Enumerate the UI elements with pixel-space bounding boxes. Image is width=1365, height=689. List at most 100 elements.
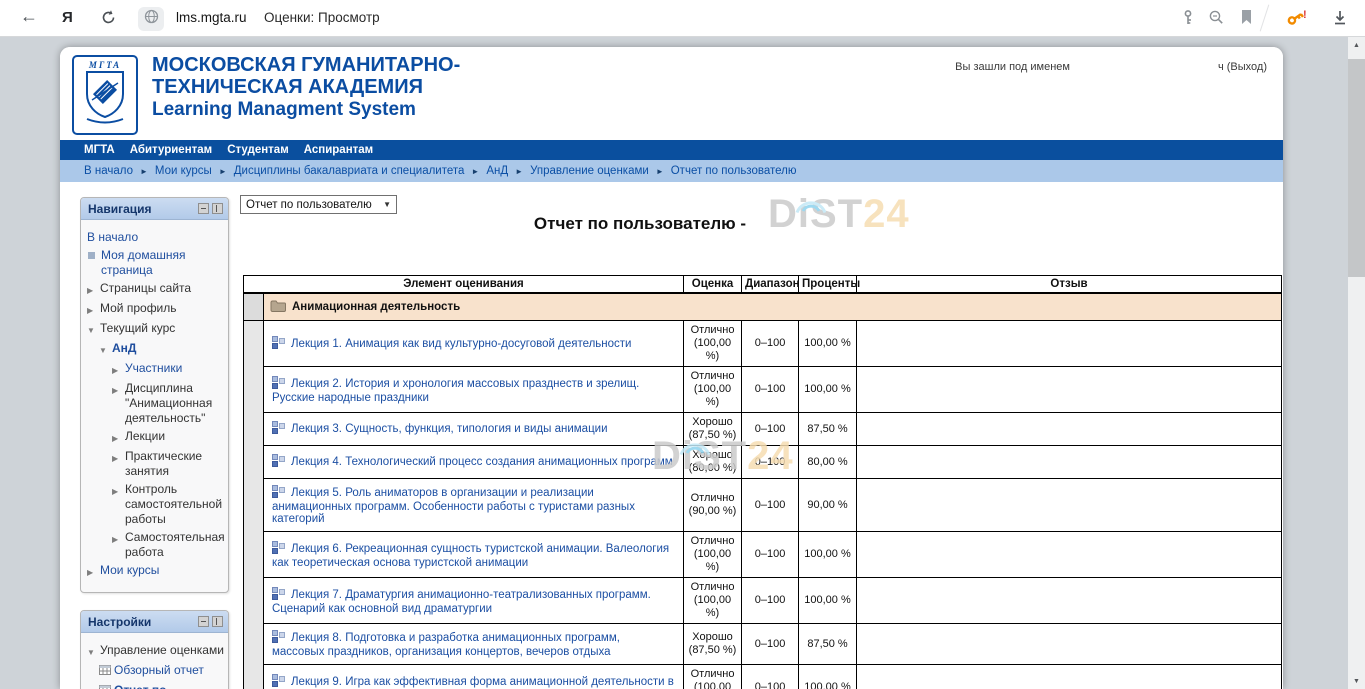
breadcrumb-item[interactable]: Управление оценками [530, 165, 649, 177]
tree-collapsed-icon[interactable]: ▶ [112, 381, 125, 398]
sidebar-item-label: Практические занятия [125, 449, 224, 479]
dock-block-icon[interactable] [212, 203, 223, 214]
report-table-icon [99, 683, 114, 689]
site-security-badge[interactable] [138, 7, 164, 31]
breadcrumb-item[interactable]: Дисциплины бакалавриата и специалитета [234, 165, 465, 177]
tree-collapsed-icon[interactable]: ▶ [112, 449, 125, 466]
sidebar-item[interactable]: ▶Самостоятельная работа [112, 530, 224, 560]
grade-item-link[interactable]: Лекция 6. Рекреационная сущность туристс… [272, 543, 669, 569]
sidebar-item[interactable]: Обзорный отчет [99, 663, 224, 680]
logout-link[interactable]: ч (Выход) [1218, 61, 1267, 73]
sidebar-item-label: Мой профиль [100, 301, 224, 316]
sidebar-block-title: Настройки [88, 615, 151, 629]
grade-item-link[interactable]: Лекция 7. Драматургия анимационно-театра… [272, 589, 651, 615]
search-icon[interactable] [1208, 9, 1225, 31]
grade-item-link[interactable]: Лекция 4. Технологический процесс создан… [291, 456, 673, 468]
breadcrumb: В начало ► Мои курсы ► Дисциплины бакалавриа… [60, 160, 1283, 182]
lesson-icon [272, 454, 285, 470]
lesson-icon [272, 630, 285, 646]
grade-item-cell: Лекция 5. Роль аниматоров в организации … [264, 479, 684, 532]
tree-collapsed-icon[interactable]: ▶ [112, 530, 125, 547]
grade-item-link[interactable]: Лекция 5. Роль аниматоров в организации … [272, 487, 635, 525]
grade-row: Лекция 5. Роль аниматоров в организации … [244, 479, 1282, 532]
grade-item-link[interactable]: Лекция 8. Подготовка и разработка анимац… [272, 632, 620, 658]
sidebar-item[interactable]: Отчет по пользователю [99, 683, 224, 689]
sidebar-item[interactable]: ▼Управление оценками [87, 643, 224, 660]
indent-cell [244, 321, 264, 689]
feedback-cell [857, 446, 1282, 479]
refresh-icon[interactable] [100, 9, 117, 31]
scrollbar-thumb[interactable] [1348, 59, 1365, 277]
sidebar-item-label: Лекции [125, 429, 224, 444]
sidebar-item[interactable]: ▶Мой профиль [87, 301, 224, 318]
grade-value-cell: Отлично(90,00 %) [684, 479, 742, 532]
tree-collapsed-icon[interactable]: ▶ [87, 563, 100, 580]
grade-item-cell: Лекция 8. Подготовка и разработка анимац… [264, 624, 684, 665]
tree-expanded-icon[interactable]: ▼ [87, 321, 100, 338]
scroll-down-icon[interactable]: ▼ [1348, 678, 1365, 685]
password-alert-icon[interactable]: ! [1286, 9, 1310, 33]
topnav-item-4[interactable]: Аспирантам [304, 144, 373, 156]
tree-collapsed-icon[interactable]: ▶ [112, 361, 125, 378]
tree-collapsed-icon[interactable]: ▶ [112, 482, 125, 499]
sidebar-item[interactable]: ▶Практические занятия [112, 449, 224, 479]
tree-expanded-icon[interactable]: ▼ [87, 643, 100, 660]
grade-item-link[interactable]: Лекция 2. История и хронология массовых … [272, 378, 639, 404]
report-type-select[interactable]: Отчет по пользователю ▼ [240, 195, 397, 214]
tree-expanded-icon[interactable]: ▼ [99, 341, 112, 358]
grade-row: Лекция 9. Игра как эффективная форма ани… [244, 665, 1282, 689]
address-url[interactable]: lms.mgta.ru [176, 10, 247, 25]
grade-row: Лекция 3. Сущность, функция, типология и… [244, 413, 1282, 446]
sidebar-item[interactable]: ▼Текущий курс [87, 321, 224, 338]
sidebar-item[interactable]: ▶Дисциплина "Анимационная деятельность" [112, 381, 224, 426]
breadcrumb-item[interactable]: Отчет по пользователю [671, 165, 797, 177]
feedback-cell [857, 413, 1282, 446]
grade-item-link[interactable]: Лекция 1. Анимация как вид культурно-дос… [291, 338, 631, 350]
topnav-item-2[interactable]: Абитуриентам [130, 144, 212, 156]
collapse-block-icon[interactable] [198, 203, 209, 214]
topnav-item-1[interactable]: МГТА [84, 144, 115, 156]
back-icon[interactable]: ← [20, 6, 38, 27]
sidebar-item-label: Отчет по пользователю [114, 683, 224, 689]
yandex-browser-icon[interactable]: Я [62, 9, 73, 26]
site-header: МГТА МОСКОВСКАЯ ГУМАНИТАРНО- ТЕХНИЧЕСКАЯ… [60, 47, 1283, 140]
grade-item-link[interactable]: Лекция 3. Сущность, функция, типология и… [291, 423, 608, 435]
grade-item-link[interactable]: Лекция 9. Игра как эффективная форма ани… [272, 676, 674, 689]
sidebar-item[interactable]: ▶Контроль самостоятельной работы [112, 482, 224, 527]
column-header: Проценты [799, 276, 857, 294]
key-icon[interactable] [1180, 9, 1196, 31]
sidebar-item[interactable]: ▶Мои курсы [87, 563, 224, 580]
tree-collapsed-icon[interactable]: ▶ [112, 429, 125, 446]
feedback-cell [857, 578, 1282, 624]
login-info: Вы зашли под именемч (Выход) [955, 61, 1267, 73]
grade-word: Хорошо [686, 449, 739, 462]
dock-block-icon[interactable] [212, 616, 223, 627]
grade-value-cell: Отлично(100,00 %) [684, 665, 742, 689]
tree-collapsed-icon[interactable]: ▶ [87, 281, 100, 298]
sidebar-item-label: Самостоятельная работа [125, 530, 225, 560]
scroll-up-icon[interactable]: ▲ [1348, 42, 1365, 49]
category-row: Анимационная деятельность [244, 293, 1282, 321]
sidebar-item[interactable]: ▼АнД [99, 341, 224, 358]
bookmark-icon[interactable] [1240, 9, 1253, 30]
collapse-block-icon[interactable] [198, 616, 209, 627]
breadcrumb-item[interactable]: АнД [486, 165, 508, 177]
tree-collapsed-icon[interactable]: ▶ [87, 301, 100, 318]
sidebar-item[interactable]: ▶Лекции [112, 429, 224, 446]
sidebar-block-title: Навигация [88, 202, 152, 216]
breadcrumb-separator-icon: ► [515, 167, 523, 176]
sidebar-item[interactable]: Моя домашняя страница [87, 248, 224, 278]
topnav-item-3[interactable]: Студентам [227, 144, 289, 156]
svg-text:!: ! [1303, 9, 1307, 21]
sidebar-item[interactable]: В начало [87, 230, 224, 245]
breadcrumb-item[interactable]: В начало [84, 165, 133, 177]
breadcrumb-separator-icon: ► [656, 167, 664, 176]
breadcrumb-item[interactable]: Мои курсы [155, 165, 212, 177]
sidebar-item-label: Управление оценками [100, 643, 224, 658]
grade-value-cell: Отлично(100,00 %) [684, 367, 742, 413]
download-icon[interactable] [1332, 9, 1348, 32]
feedback-cell [857, 665, 1282, 689]
sidebar-item[interactable]: ▶Участники [112, 361, 224, 378]
page-scrollbar[interactable]: ▲ ▼ [1348, 37, 1365, 689]
sidebar-item[interactable]: ▶Страницы сайта [87, 281, 224, 298]
